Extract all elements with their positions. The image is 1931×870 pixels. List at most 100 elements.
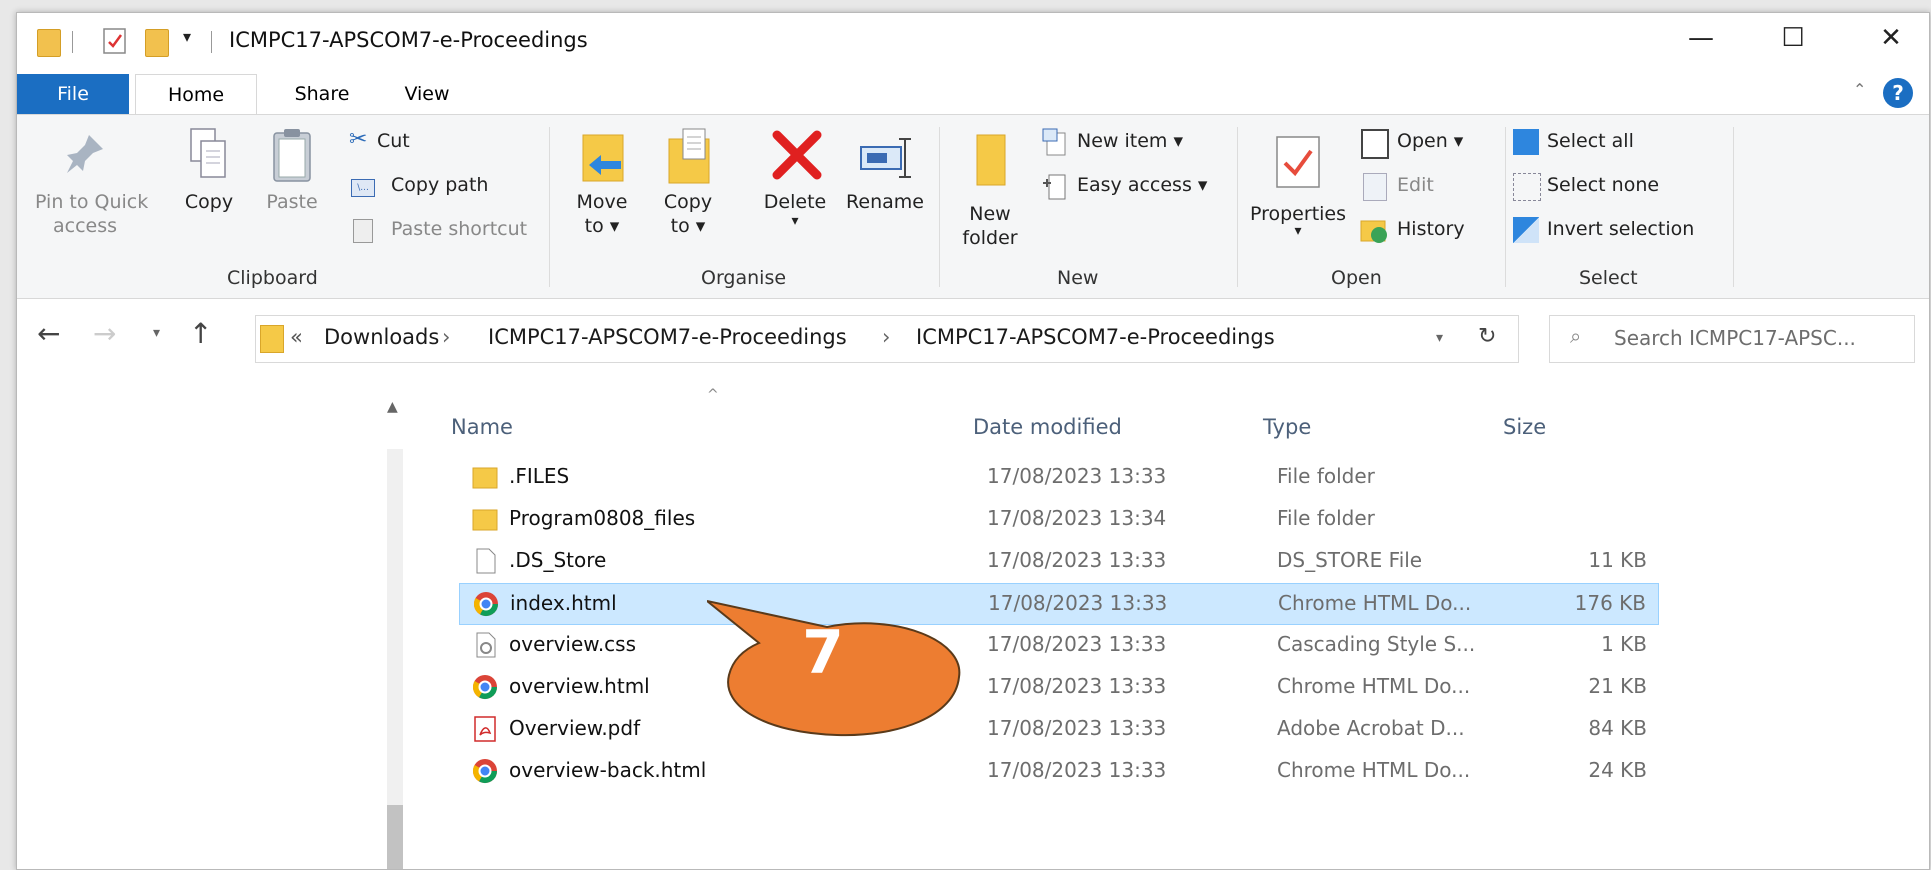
move-to-icon	[582, 134, 624, 182]
copy-label: Copy	[184, 191, 234, 213]
collapse-ribbon-icon[interactable]: ⌃	[1853, 80, 1866, 99]
file-row[interactable]: .FILES 17/08/2023 13:33 File folder	[459, 457, 1659, 497]
new-folder-icon[interactable]	[145, 29, 169, 57]
delete-label: Delete	[763, 191, 827, 213]
recent-locations-chevron-icon[interactable]: ▾	[153, 325, 160, 341]
delete-button[interactable]: Delete ▾	[753, 123, 837, 263]
rename-label: Rename	[846, 191, 924, 213]
scrollbar-thumb[interactable]	[387, 805, 403, 869]
select-group-label: Select	[1579, 267, 1638, 289]
breadcrumb-current-folder[interactable]: ICMPC17-APSCOM7-e-Proceedings	[916, 325, 1275, 349]
properties-arrow-icon[interactable]: ▾	[1243, 223, 1353, 239]
paste-shortcut-icon	[353, 219, 373, 243]
minimize-button[interactable]: —	[1665, 13, 1737, 63]
column-header-name[interactable]: Name	[451, 415, 513, 439]
file-name: .DS_Store	[509, 548, 607, 572]
breadcrumb-separator[interactable]: ›	[442, 325, 450, 349]
properties-icon[interactable]	[101, 27, 129, 55]
file-name: overview-back.html	[509, 758, 707, 782]
file-row[interactable]: overview.css 17/08/2023 13:33 Cascading St…	[459, 625, 1659, 665]
organise-group-label: Organise	[701, 267, 787, 289]
scroll-up-icon[interactable]: ▲	[387, 399, 398, 415]
open-group-label: Open	[1331, 267, 1382, 289]
select-none-button[interactable]: Select none	[1511, 171, 1731, 205]
new-folder-label: New	[969, 203, 1011, 225]
paste-button[interactable]: Paste	[257, 123, 327, 243]
delete-arrow-icon[interactable]: ▾	[753, 213, 837, 229]
breadcrumb-parent-folder[interactable]: ICMPC17-APSCOM7-e-Proceedings	[488, 325, 847, 349]
refresh-icon[interactable]: ↻	[1478, 324, 1496, 349]
new-item-button[interactable]: New item ▾	[1041, 127, 1221, 161]
properties-button[interactable]: Properties ▾	[1243, 123, 1353, 263]
customize-quick-access-icon[interactable]: ▾	[183, 27, 191, 46]
search-box[interactable]: ⌕ Search ICMPC17-APSC...	[1549, 315, 1915, 363]
open-button[interactable]: Open ▾	[1359, 127, 1499, 161]
properties-label: Properties	[1249, 203, 1347, 225]
copy-button[interactable]: Copy	[177, 123, 241, 243]
file-row[interactable]: overview.html 17/08/2023 13:33 Chrome HTML…	[459, 667, 1659, 707]
file-name: overview.html	[509, 674, 650, 698]
search-input[interactable]: Search ICMPC17-APSC...	[1614, 326, 1856, 350]
file-date-modified: 17/08/2023 13:33	[987, 464, 1167, 488]
copy-icon	[190, 128, 226, 178]
file-row[interactable]: Program0808_files 17/08/2023 13:34 File fo…	[459, 499, 1659, 539]
copy-to-icon	[668, 128, 710, 184]
column-header-size[interactable]: Size	[1503, 415, 1546, 439]
tab-file[interactable]: File	[17, 74, 129, 114]
tab-share[interactable]: Share	[277, 74, 367, 114]
file-size: 24 KB	[1588, 758, 1647, 782]
organise-group: Move to ▾ Copy to ▾ Delete ▾ Rename Orga…	[557, 115, 937, 298]
paste-shortcut-button[interactable]: Paste shortcut	[337, 215, 537, 249]
file-row[interactable]: Overview.pdf 17/08/2023 13:33 Adobe Acroba…	[459, 709, 1659, 749]
file-row[interactable]: .DS_Store 17/08/2023 13:33 DS_STORE File 11…	[459, 541, 1659, 581]
select-all-icon	[1513, 129, 1539, 155]
close-button[interactable]: ✕	[1855, 13, 1927, 63]
column-header-type[interactable]: Type	[1263, 415, 1311, 439]
open-group: Properties ▾ Open ▾ Edit History Open	[1243, 115, 1505, 298]
breadcrumb-separator[interactable]: ›	[882, 325, 890, 349]
file-name: Program0808_files	[509, 506, 696, 530]
select-none-label: Select none	[1547, 174, 1660, 196]
back-arrow-icon[interactable]: ←	[37, 317, 60, 350]
copy-to-button[interactable]: Copy to ▾	[653, 123, 723, 263]
file-row[interactable]: index.html 17/08/2023 13:33 Chrome HTML Do…	[459, 583, 1659, 625]
move-to-button[interactable]: Move to ▾	[567, 123, 637, 263]
cut-button[interactable]: ✂ Cut	[337, 127, 537, 161]
edit-label: Edit	[1397, 174, 1434, 196]
copy-to-arrow: to ▾	[670, 215, 706, 237]
tab-view[interactable]: View	[387, 74, 467, 114]
tab-home[interactable]: Home	[135, 74, 257, 116]
file-type: Chrome HTML Do...	[1278, 591, 1472, 615]
copy-path-icon: \...	[351, 179, 375, 197]
forward-arrow-icon[interactable]: →	[93, 317, 116, 350]
up-arrow-icon[interactable]: ↑	[189, 317, 212, 350]
easy-access-button[interactable]: Easy access ▾	[1041, 171, 1231, 205]
copy-to-label: Copy	[663, 191, 713, 213]
invert-selection-button[interactable]: Invert selection	[1511, 215, 1731, 249]
new-folder-button[interactable]: New folder	[945, 123, 1035, 263]
pin-icon	[67, 135, 103, 173]
search-icon: ⌕	[1570, 324, 1582, 348]
pin-label-line2: access	[52, 215, 118, 237]
help-icon[interactable]: ?	[1883, 78, 1913, 108]
address-dropdown-icon[interactable]: ▾	[1436, 330, 1443, 346]
new-item-icon	[1042, 128, 1066, 156]
maximize-button[interactable]: ☐	[1757, 13, 1829, 63]
edit-button[interactable]: Edit	[1359, 171, 1499, 205]
file-type: Chrome HTML Do...	[1277, 674, 1471, 698]
pin-to-quick-access-button[interactable]: Pin to Quick access	[27, 123, 148, 263]
address-box[interactable]: « Downloads › ICMPC17-APSCOM7-e-Proceedi…	[255, 315, 1519, 363]
history-button[interactable]: History	[1359, 215, 1499, 249]
paste-label: Paste	[266, 191, 318, 213]
new-item-label: New item ▾	[1077, 130, 1183, 152]
breadcrumb-downloads[interactable]: Downloads	[324, 325, 439, 349]
clipboard-group-label: Clipboard	[227, 267, 318, 289]
rename-button[interactable]: Rename	[839, 123, 931, 263]
copy-path-button[interactable]: \... Copy path	[337, 171, 537, 205]
breadcrumb-overflow[interactable]: «	[290, 325, 303, 349]
select-all-button[interactable]: Select all	[1511, 127, 1731, 161]
column-header-date-modified[interactable]: Date modified	[973, 415, 1122, 439]
scrollbar[interactable]	[387, 449, 403, 869]
divider	[939, 127, 940, 287]
file-row[interactable]: overview-back.html 17/08/2023 13:33 Chrome…	[459, 751, 1659, 791]
